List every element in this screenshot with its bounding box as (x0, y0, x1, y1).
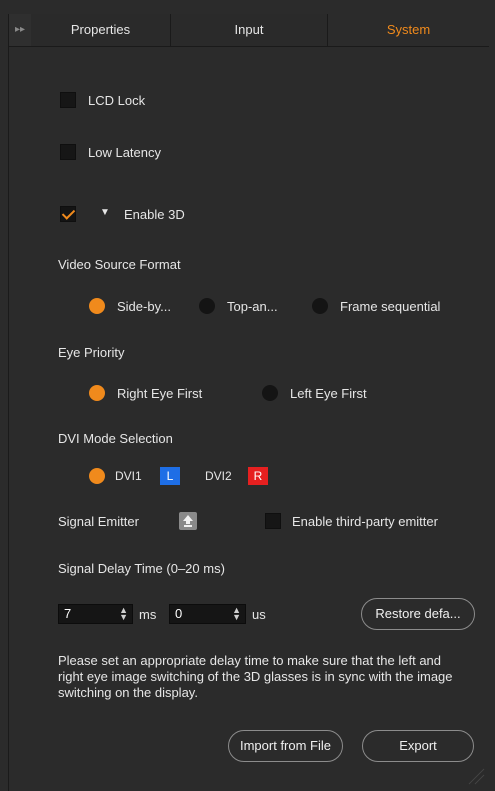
collapse-panel-icon[interactable]: ▸▸ (9, 14, 31, 46)
delay-ms-spinbox[interactable]: 7 ▲ ▼ (58, 604, 133, 624)
export-button[interactable]: Export (362, 730, 474, 762)
dvi-mode-radio[interactable] (89, 468, 105, 484)
dvi2-label: DVI2 (205, 469, 232, 483)
triangle-down-icon[interactable]: ▼ (100, 207, 110, 218)
tab-input[interactable]: Input (171, 14, 328, 46)
lcd-lock-label: LCD Lock (88, 93, 146, 108)
video-source-frame-sequential-radio[interactable] (312, 298, 328, 314)
tab-system[interactable]: System (328, 14, 489, 46)
signal-emitter-button[interactable] (179, 512, 197, 530)
dvi1-left-badge: L (160, 467, 180, 485)
upload-icon (183, 515, 193, 527)
video-source-side-by-side-radio[interactable] (89, 298, 105, 314)
video-source-frame-sequential-label: Frame sequential (340, 299, 441, 314)
video-source-top-and-bottom-label: Top-an... (227, 299, 278, 314)
left-eye-first-radio[interactable] (262, 385, 278, 401)
signal-delay-title: Signal Delay Time (0–20 ms) (58, 561, 225, 576)
dvi-mode-title: DVI Mode Selection (58, 431, 173, 446)
tab-bar: ▸▸ Properties Input System (9, 14, 489, 47)
spin-arrows-icon[interactable]: ▲ ▼ (232, 606, 241, 622)
delay-us-spinbox[interactable]: 0 ▲ ▼ (169, 604, 246, 624)
delay-ms-value: 7 (64, 606, 72, 621)
dvi2-right-badge: R (248, 467, 268, 485)
right-eye-first-radio[interactable] (89, 385, 105, 401)
delay-info-text: Please set an appropriate delay time to … (58, 653, 453, 700)
delay-ms-unit: ms (139, 607, 157, 622)
low-latency-checkbox[interactable] (60, 144, 76, 160)
restore-defaults-button[interactable]: Restore defa... (361, 598, 475, 630)
dvi1-label: DVI1 (115, 469, 142, 483)
eye-priority-title: Eye Priority (58, 345, 125, 360)
video-source-side-by-side-label: Side-by... (117, 299, 171, 314)
third-party-emitter-label: Enable third-party emitter (292, 514, 438, 529)
third-party-emitter-checkbox[interactable] (265, 513, 281, 529)
enable-3d-label: Enable 3D (124, 207, 185, 222)
resize-grip-icon[interactable] (465, 765, 485, 785)
video-source-title: Video Source Format (58, 257, 181, 272)
low-latency-label: Low Latency (88, 145, 161, 160)
left-eye-first-label: Left Eye First (290, 386, 367, 401)
delay-us-unit: us (252, 607, 266, 622)
video-source-top-and-bottom-radio[interactable] (199, 298, 215, 314)
enable-3d-checkbox[interactable] (60, 206, 76, 222)
right-eye-first-label: Right Eye First (117, 386, 203, 401)
spin-arrows-icon[interactable]: ▲ ▼ (119, 606, 128, 622)
signal-emitter-label: Signal Emitter (58, 514, 139, 529)
properties-panel: ▸▸ Properties Input System LCD Lock Low … (8, 14, 489, 791)
tab-properties[interactable]: Properties (31, 14, 171, 46)
lcd-lock-checkbox[interactable] (60, 92, 76, 108)
import-from-file-button[interactable]: Import from File (228, 730, 343, 762)
delay-us-value: 0 (175, 606, 183, 621)
